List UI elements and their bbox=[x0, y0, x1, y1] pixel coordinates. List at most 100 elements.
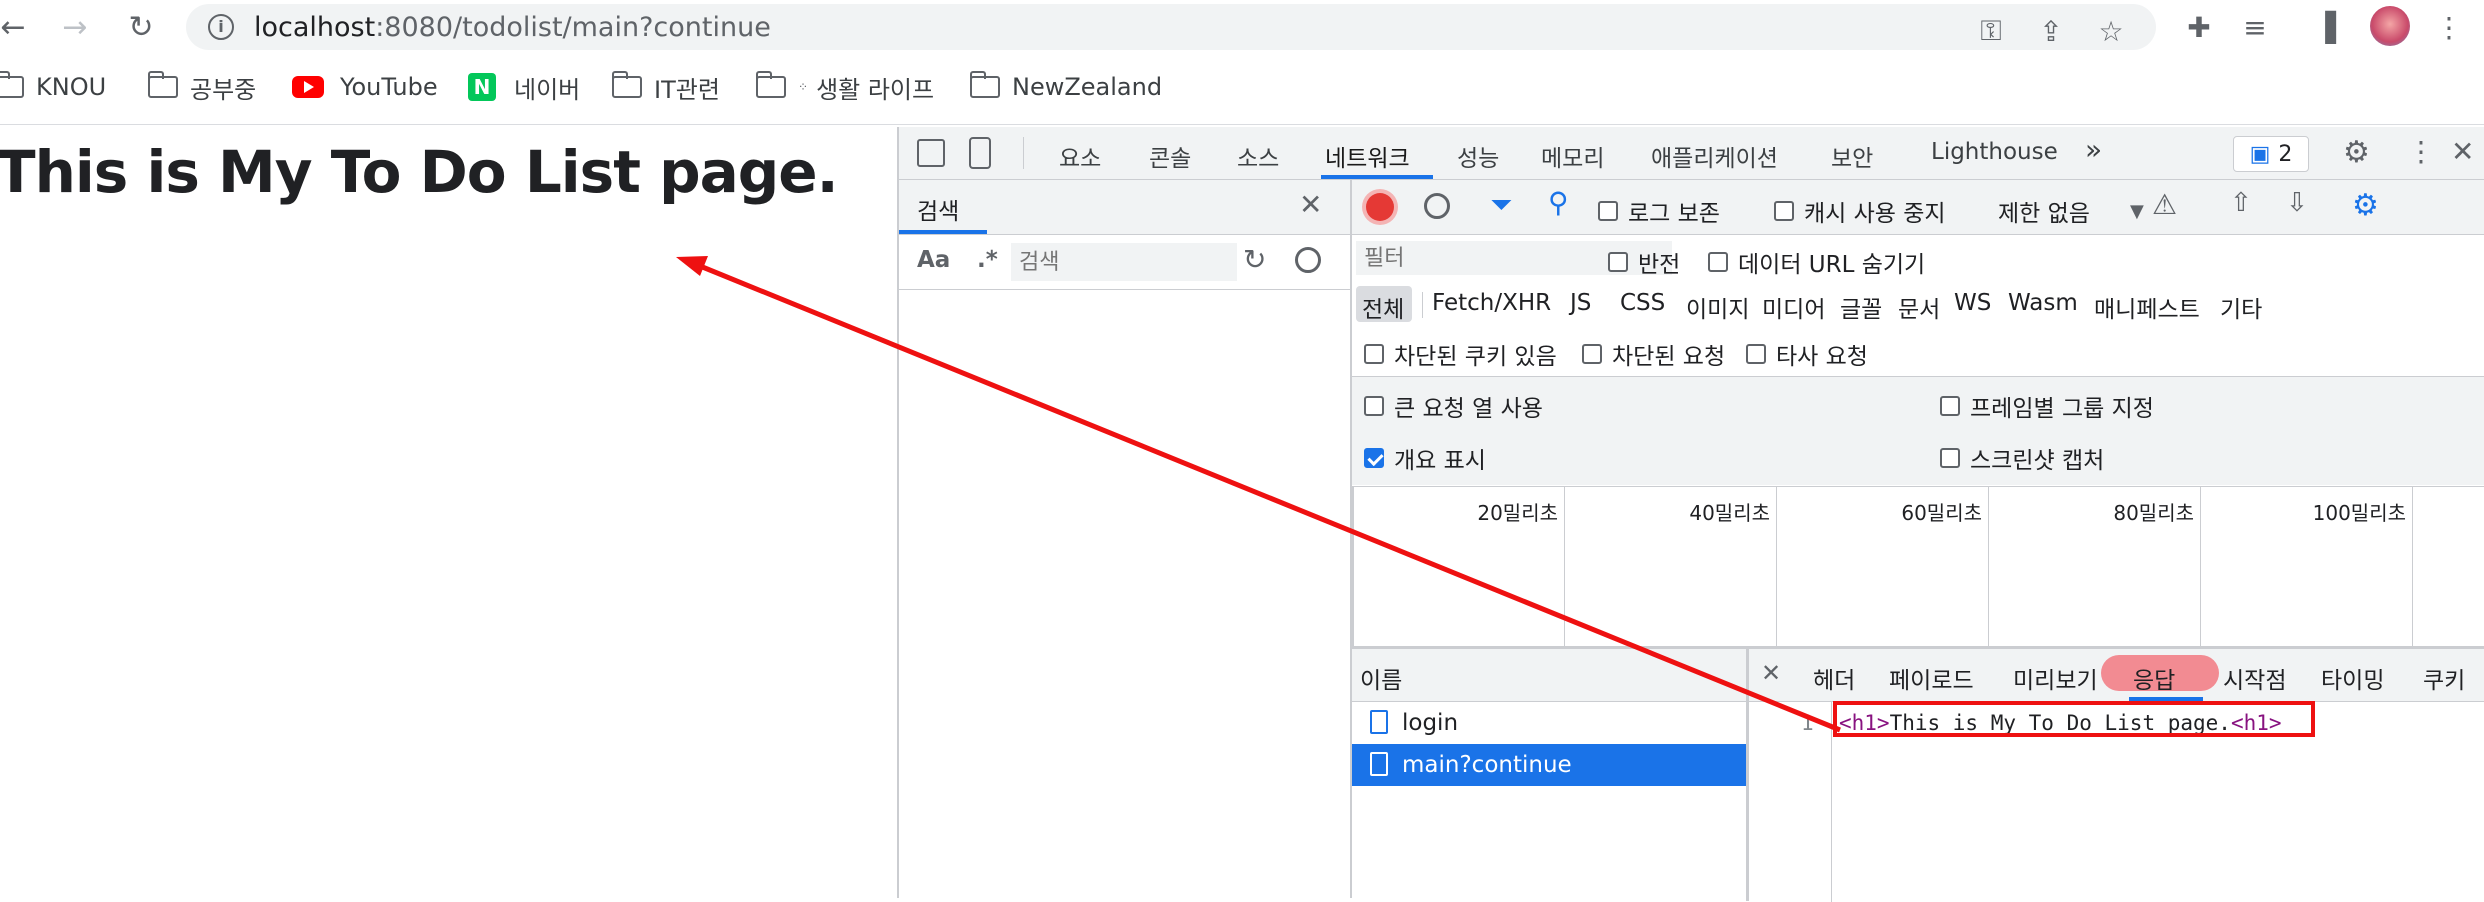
filter-manifest[interactable]: 매니페스트 bbox=[2094, 290, 2200, 324]
tab-timing[interactable]: 타이밍 bbox=[2321, 661, 2384, 695]
request-row-login[interactable]: login bbox=[1352, 702, 1746, 744]
bookmark-naver[interactable]: N 네이버 bbox=[468, 70, 580, 104]
throttle-select[interactable]: 제한 없음 ▼ bbox=[1998, 194, 2144, 228]
bookmark-life[interactable]: ⁘ 생활 라이프 bbox=[755, 70, 934, 104]
checkbox[interactable] bbox=[1708, 252, 1728, 272]
filter-img[interactable]: 이미지 bbox=[1686, 290, 1749, 324]
key-icon[interactable]: ⚿ bbox=[1972, 12, 2010, 50]
tab-security[interactable]: 보안 bbox=[1831, 139, 1873, 173]
export-har-icon[interactable]: ⇩ bbox=[2286, 188, 2308, 218]
more-tabs-icon[interactable]: » bbox=[2085, 133, 2102, 166]
tab-initiator[interactable]: 시작점 bbox=[2223, 661, 2286, 695]
filter-font[interactable]: 글꼴 bbox=[1840, 290, 1882, 324]
checkbox[interactable] bbox=[1608, 252, 1628, 272]
blocked-requests-checkbox[interactable]: 차단된 요청 bbox=[1582, 337, 1725, 371]
tab-response[interactable]: 응답 bbox=[2133, 661, 2175, 695]
checkbox[interactable] bbox=[1940, 396, 1960, 416]
timeline-overview[interactable]: 20밀리초 40밀리초 60밀리초 80밀리초 100밀리초 bbox=[1352, 486, 2484, 647]
share-icon[interactable]: ⇪ bbox=[2032, 12, 2070, 50]
bookmark-star-icon[interactable]: ☆ bbox=[2092, 12, 2130, 50]
grid-line bbox=[1564, 487, 1565, 647]
tab-cookies[interactable]: 쿠키 bbox=[2423, 661, 2465, 695]
search-input[interactable] bbox=[1011, 243, 1237, 281]
forward-icon[interactable]: → bbox=[56, 8, 94, 46]
bookmark-newzealand[interactable]: NewZealand bbox=[969, 70, 1162, 104]
checkbox[interactable] bbox=[1582, 344, 1602, 364]
hide-data-urls-checkbox[interactable]: 데이터 URL 숨기기 bbox=[1708, 245, 1925, 279]
tab-headers[interactable]: 헤더 bbox=[1813, 661, 1855, 695]
overview-checkbox[interactable]: 개요 표시 bbox=[1364, 441, 1486, 475]
side-panel-icon[interactable]: ▐ bbox=[2306, 8, 2344, 46]
site-info-icon[interactable]: i bbox=[208, 14, 234, 40]
disable-cache-checkbox[interactable]: 캐시 사용 중지 bbox=[1774, 194, 1946, 228]
reload-icon[interactable]: ↻ bbox=[122, 8, 160, 46]
name-column-header[interactable]: 이름 bbox=[1360, 661, 1402, 695]
network-settings-gear-icon[interactable]: ⚙ bbox=[2352, 188, 2379, 223]
tab-application[interactable]: 애플리케이션 bbox=[1651, 139, 1778, 173]
close-search-icon[interactable]: ✕ bbox=[1299, 188, 1322, 221]
search-icon[interactable]: ⚲ bbox=[1548, 186, 1569, 219]
tab-sources[interactable]: 소스 bbox=[1237, 139, 1279, 173]
menu-kebab-icon[interactable]: ⋮ bbox=[2430, 8, 2468, 46]
checkbox-checked[interactable] bbox=[1364, 448, 1384, 468]
back-icon[interactable]: ← bbox=[0, 8, 32, 46]
tab-preview[interactable]: 미리보기 bbox=[2013, 661, 2098, 695]
tab-payload[interactable]: 페이로드 bbox=[1889, 661, 1974, 695]
filter-fetch-xhr[interactable]: Fetch/XHR bbox=[1432, 290, 1551, 316]
tab-lighthouse[interactable]: Lighthouse bbox=[1931, 139, 2058, 165]
match-case-toggle[interactable]: Aa bbox=[917, 247, 950, 273]
media-icon[interactable]: ≡ bbox=[2236, 8, 2274, 46]
bookmark-knou[interactable]: KNOU bbox=[0, 70, 106, 104]
request-row-main-continue[interactable]: main?continue bbox=[1352, 744, 1746, 786]
group-by-frame-checkbox[interactable]: 프레임별 그룹 지정 bbox=[1940, 389, 2154, 423]
filter-js[interactable]: JS bbox=[1570, 290, 1591, 316]
regex-toggle[interactable]: .* bbox=[977, 247, 998, 273]
checkbox[interactable] bbox=[1598, 201, 1618, 221]
tab-memory[interactable]: 메모리 bbox=[1541, 139, 1604, 173]
tab-console[interactable]: 콘솔 bbox=[1149, 139, 1191, 173]
issues-badge[interactable]: ▣ 2 bbox=[2233, 136, 2309, 172]
third-party-checkbox[interactable]: 타사 요청 bbox=[1746, 337, 1868, 371]
filter-funnel-icon[interactable]: ⏷ bbox=[1490, 188, 1512, 222]
address-bar[interactable]: i localhost:8080/todolist/main?continue … bbox=[186, 4, 2156, 50]
device-toolbar-icon[interactable] bbox=[969, 137, 991, 169]
network-panel: ⏷ ⚲ 로그 보존 캐시 사용 중지 제한 없음▼ ⚠ ⇧ ⇩ ⚙ 반전 데이터… bbox=[1352, 180, 2484, 902]
large-rows-checkbox[interactable]: 큰 요청 열 사용 bbox=[1364, 389, 1543, 423]
filter-css[interactable]: CSS bbox=[1620, 290, 1665, 316]
checkbox[interactable] bbox=[1746, 344, 1766, 364]
filter-other[interactable]: 기타 bbox=[2220, 290, 2262, 324]
import-har-icon[interactable]: ⇧ bbox=[2230, 188, 2252, 218]
url-text[interactable]: localhost:8080/todolist/main?continue bbox=[254, 12, 771, 43]
settings-gear-icon[interactable]: ⚙ bbox=[2343, 135, 2370, 170]
preserve-log-checkbox[interactable]: 로그 보존 bbox=[1598, 194, 1720, 228]
filter-doc[interactable]: 문서 bbox=[1898, 290, 1940, 324]
checkbox[interactable] bbox=[1940, 448, 1960, 468]
inspect-element-icon[interactable] bbox=[917, 139, 945, 167]
tab-network[interactable]: 네트워크 bbox=[1325, 139, 1410, 173]
filter-media[interactable]: 미디어 bbox=[1762, 290, 1825, 324]
filter-all[interactable]: 전체 bbox=[1362, 290, 1404, 324]
clear-log-icon[interactable] bbox=[1424, 193, 1450, 219]
filter-ws[interactable]: WS bbox=[1954, 290, 1991, 316]
tab-elements[interactable]: 요소 bbox=[1059, 139, 1101, 173]
checkbox[interactable] bbox=[1774, 201, 1794, 221]
close-devtools-icon[interactable]: ✕ bbox=[2451, 135, 2474, 168]
tab-performance[interactable]: 성능 bbox=[1457, 139, 1499, 173]
close-detail-icon[interactable]: ✕ bbox=[1761, 659, 1781, 687]
bookmark-youtube[interactable]: YouTube bbox=[292, 70, 438, 104]
invert-checkbox[interactable]: 반전 bbox=[1608, 245, 1680, 279]
checkbox[interactable] bbox=[1364, 344, 1384, 364]
devtools-menu-icon[interactable]: ⋮ bbox=[2407, 135, 2435, 168]
blocked-cookies-checkbox[interactable]: 차단된 쿠키 있음 bbox=[1364, 337, 1557, 371]
clear-search-icon[interactable] bbox=[1295, 247, 1321, 273]
refresh-search-icon[interactable]: ↻ bbox=[1243, 243, 1266, 276]
network-conditions-icon[interactable]: ⚠ bbox=[2152, 188, 2177, 221]
filter-wasm[interactable]: Wasm bbox=[2008, 290, 2078, 316]
bookmark-it[interactable]: IT관련 bbox=[611, 70, 720, 104]
profile-avatar[interactable] bbox=[2370, 6, 2410, 46]
bookmark-study[interactable]: 공부중 bbox=[147, 70, 256, 104]
extensions-icon[interactable]: ✚ bbox=[2180, 8, 2218, 46]
record-icon[interactable] bbox=[1366, 193, 1394, 221]
checkbox[interactable] bbox=[1364, 396, 1384, 416]
screenshots-checkbox[interactable]: 스크린샷 캡처 bbox=[1940, 441, 2104, 475]
